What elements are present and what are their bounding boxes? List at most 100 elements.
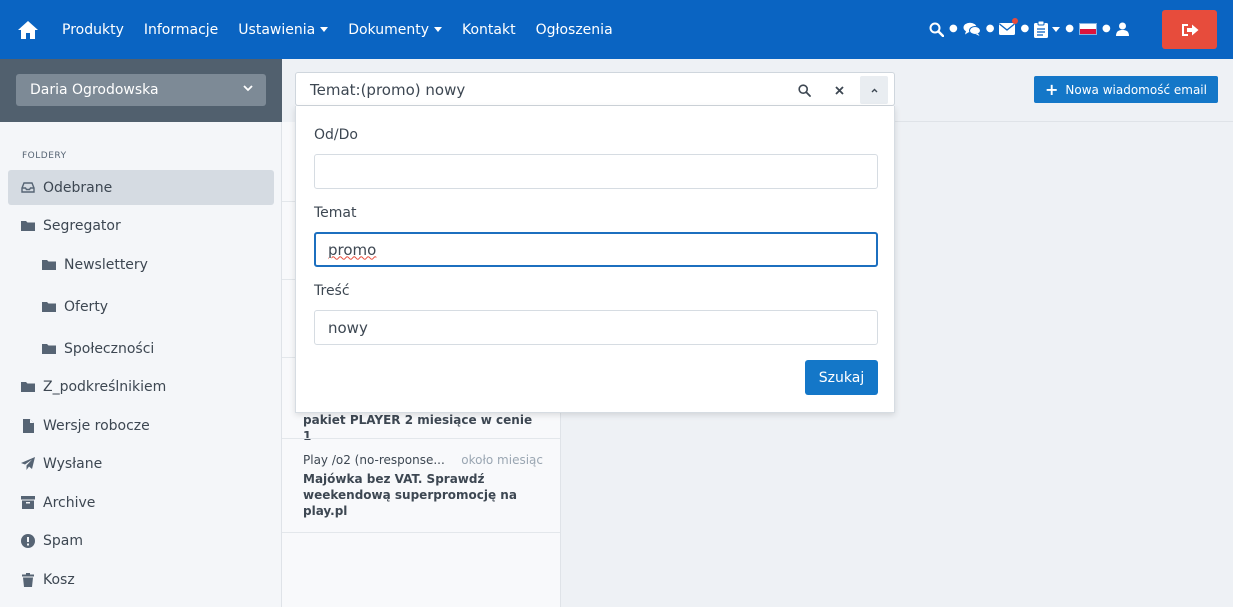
advanced-search-panel: Od/Do Temat promo Treść nowy Szukaj xyxy=(295,106,895,413)
nav-item-informacje[interactable]: Informacje xyxy=(134,22,228,38)
sidebar-item-spolecznosci[interactable]: Społeczności xyxy=(29,331,274,366)
clipboard-icon[interactable] xyxy=(1034,17,1049,41)
search-icon[interactable] xyxy=(790,76,818,104)
logout-button[interactable] xyxy=(1162,10,1217,49)
archive-icon xyxy=(21,496,35,510)
separator-dot: ● xyxy=(1101,23,1111,34)
nav-item-dokumenty[interactable]: Dokumenty xyxy=(338,22,452,38)
folder-label: Wersje robocze xyxy=(43,417,150,434)
caret-down-icon xyxy=(1052,26,1061,32)
close-icon xyxy=(834,85,844,95)
folder-icon xyxy=(42,342,56,356)
separator-dot: ● xyxy=(1020,23,1030,34)
field-label-temat: Temat xyxy=(314,205,357,221)
list-header xyxy=(282,157,296,202)
od-do-field[interactable] xyxy=(314,154,878,189)
tresc-value: nowy xyxy=(328,318,368,337)
nav-item-produkty[interactable]: Produkty xyxy=(52,22,134,38)
search-icon[interactable] xyxy=(929,17,944,41)
sidebar-item-wersje-robocze[interactable]: Wersje robocze xyxy=(8,408,274,443)
inbox-icon xyxy=(21,181,35,195)
folder-label: Z_podkreślnikiem xyxy=(43,378,167,395)
folders-title: FOLDERY xyxy=(22,151,67,161)
sidebar-item-oferty[interactable]: Oferty xyxy=(29,289,274,324)
caret-down-icon xyxy=(320,27,329,32)
folder-icon xyxy=(42,300,56,314)
nav-item-label: Informacje xyxy=(143,21,219,38)
sidebar-item-spam[interactable]: Spam xyxy=(8,523,274,558)
field-label-tresc: Treść xyxy=(314,283,350,299)
separator-dot: ● xyxy=(949,23,958,34)
separator-dot: ● xyxy=(1065,23,1074,34)
search-submit-label: Szukaj xyxy=(818,369,865,386)
sidebar-item-kosz[interactable]: Kosz xyxy=(8,562,274,597)
search-submit-button[interactable]: Szukaj xyxy=(805,360,878,395)
sidebar-item-wyslane[interactable]: Wysłane xyxy=(8,446,274,481)
collapse-search-button[interactable] xyxy=(860,76,888,104)
folder-label: Segregator xyxy=(43,217,121,234)
temat-field[interactable]: promo xyxy=(314,232,878,267)
folder-icon xyxy=(42,258,56,272)
logout-icon xyxy=(1180,22,1200,38)
sidebar-item-archive[interactable]: Archive xyxy=(8,485,274,520)
message-time: około miesiąc xyxy=(461,453,543,467)
user-select[interactable]: Daria Ogrodowska xyxy=(16,74,266,106)
folder-icon xyxy=(21,380,35,394)
nav-item-ustawienia[interactable]: Ustawienia xyxy=(228,22,338,38)
message-sender: Play /o2 (no-response... xyxy=(303,453,445,467)
divider xyxy=(282,532,560,533)
sidebar-item-odebrane[interactable]: Odebrane xyxy=(8,170,274,205)
file-icon xyxy=(21,418,35,433)
search-bar[interactable]: Temat:(promo) nowy xyxy=(295,72,895,106)
main-nav: Produkty Informacje Ustawienia Dokumenty… xyxy=(52,22,623,38)
nav-item-label: Produkty xyxy=(62,21,124,38)
exclamation-circle-icon xyxy=(21,533,35,548)
user-icon[interactable] xyxy=(1115,17,1129,41)
caret-down-icon xyxy=(434,27,442,32)
folder-label: Społeczności xyxy=(64,340,155,357)
nav-right-icons: ● ● ● ● ● xyxy=(929,17,1129,41)
chevron-down-icon xyxy=(243,85,253,92)
temat-value: promo xyxy=(328,240,377,259)
flag-pl-icon[interactable] xyxy=(1078,17,1097,41)
sidebar: FOLDERY Odebrane Segregator Newslettery … xyxy=(0,122,282,607)
search-input[interactable]: Temat:(promo) nowy xyxy=(310,81,465,99)
message-subject: pakiet PLAYER 2 miesiące w cenie 1 xyxy=(303,413,533,443)
folder-label: Kosz xyxy=(43,571,75,588)
new-email-button[interactable]: + Nowa wiadomość email xyxy=(1034,76,1218,103)
user-name: Daria Ogrodowska xyxy=(30,82,159,98)
folder-label: Newslettery xyxy=(64,256,148,273)
plus-icon: + xyxy=(1045,79,1059,99)
sidebar-header: Daria Ogrodowska xyxy=(0,59,282,122)
sidebar-item-segregator[interactable]: Segregator xyxy=(8,208,274,243)
folder-label: Archive xyxy=(43,494,96,511)
nav-item-label: Ogłoszenia xyxy=(535,21,613,38)
folder-label: Oferty xyxy=(64,298,109,315)
message-subject: Majówka bez VAT. Sprawdź weekendową supe… xyxy=(303,472,517,518)
sidebar-item-z-podkreslnikiem[interactable]: Z_podkreślnikiem xyxy=(8,369,274,404)
trash-icon xyxy=(21,572,35,587)
folder-label: Wysłane xyxy=(43,455,103,472)
tresc-field[interactable]: nowy xyxy=(314,310,878,345)
chevron-up-icon xyxy=(871,88,878,93)
new-email-label: Nowa wiadomość email xyxy=(1065,82,1207,97)
top-navbar: Produkty Informacje Ustawienia Dokumenty… xyxy=(0,0,1233,59)
nav-item-label: Kontakt xyxy=(462,21,516,38)
folder-label: Odebrane xyxy=(43,179,113,196)
list-item[interactable]: Play /o2 (no-response... około miesiąc M… xyxy=(303,453,543,519)
divider xyxy=(282,438,560,439)
field-label-od-do: Od/Do xyxy=(314,127,358,143)
sidebar-item-newslettery[interactable]: Newslettery xyxy=(29,247,274,282)
notification-badge xyxy=(1012,18,1019,24)
nav-item-ogloszenia[interactable]: Ogłoszenia xyxy=(526,22,623,38)
clear-search-button[interactable] xyxy=(825,76,853,104)
nav-item-kontakt[interactable]: Kontakt xyxy=(452,22,526,38)
mail-icon[interactable] xyxy=(999,17,1019,41)
paper-plane-icon xyxy=(21,457,35,471)
separator-dot: ● xyxy=(985,23,995,34)
home-icon[interactable] xyxy=(15,17,41,43)
nav-item-label: Dokumenty xyxy=(348,21,429,38)
folder-label: Spam xyxy=(43,532,83,549)
chat-icon[interactable] xyxy=(963,17,981,41)
folder-icon xyxy=(21,219,35,233)
